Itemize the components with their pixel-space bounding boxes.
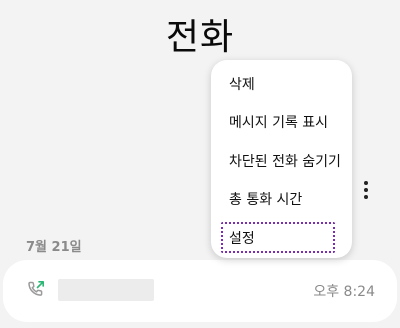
- outgoing-call-icon: [25, 278, 47, 300]
- more-options-button[interactable]: [352, 174, 380, 206]
- date-header: 7월 21일: [26, 240, 82, 255]
- call-log-entry[interactable]: 오후 8:24: [3, 260, 397, 322]
- menu-item-hide-blocked-calls[interactable]: 차단된 전화 숨기기: [211, 143, 352, 181]
- menu-item-settings[interactable]: 설정: [211, 220, 352, 258]
- overflow-menu: 삭제 메시지 기록 표시 차단된 전화 숨기기 총 통화 시간 설정: [211, 60, 352, 258]
- contact-name-redacted: [58, 279, 154, 301]
- page-title: 전화: [165, 17, 235, 58]
- menu-item-show-message-history[interactable]: 메시지 기록 표시: [211, 104, 352, 142]
- menu-item-delete[interactable]: 삭제: [211, 66, 352, 104]
- call-time: 오후 8:24: [313, 284, 375, 300]
- menu-item-total-call-time[interactable]: 총 통화 시간: [211, 181, 352, 219]
- more-vertical-icon: [364, 181, 368, 185]
